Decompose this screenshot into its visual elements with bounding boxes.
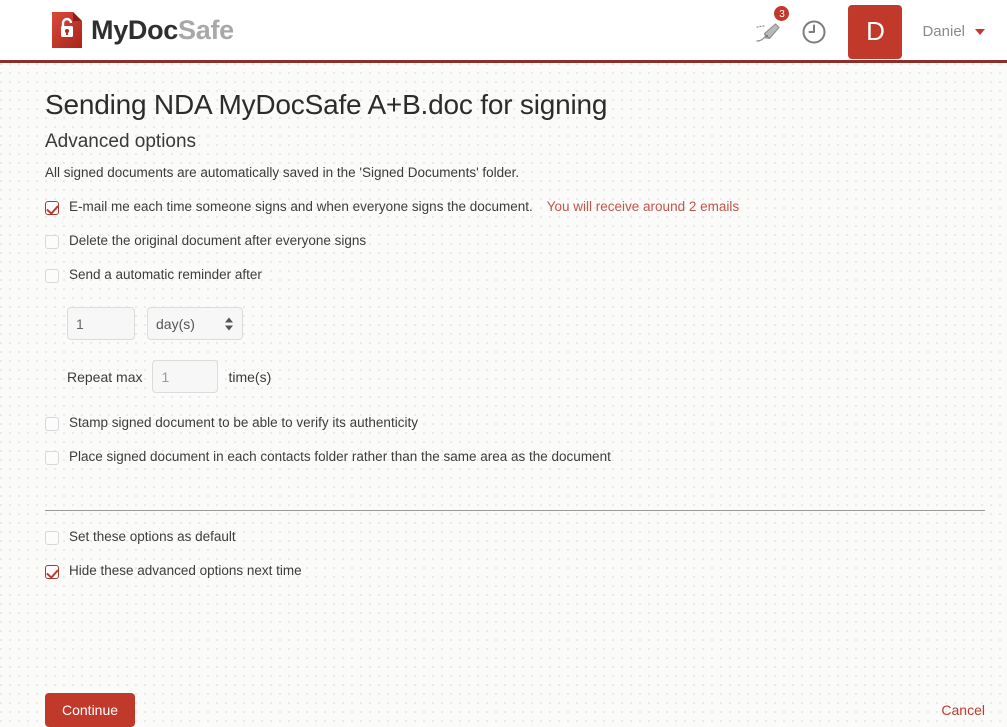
logo-text: MyDocSafe [91, 17, 234, 44]
pen-nib-icon[interactable]: 3 [748, 0, 792, 63]
main-content: Sending NDA MyDocSafe A+B.doc for signin… [0, 63, 1007, 597]
user-name[interactable]: Daniel [922, 23, 965, 40]
info-note: All signed documents are automatically s… [45, 165, 1007, 180]
logo[interactable]: MyDocSafe [52, 0, 234, 60]
repeat-max-input[interactable] [152, 360, 218, 393]
option-label: Hide these advanced options next time [69, 563, 302, 579]
reminder-unit-value: day(s) [156, 316, 195, 332]
checkbox-place-in-contacts-folder[interactable] [45, 451, 59, 465]
logo-text-secondary: Safe [178, 15, 234, 45]
option-label: Set these options as default [69, 529, 236, 545]
caret-down-icon[interactable] [975, 29, 985, 35]
section-subtitle: Advanced options [45, 131, 1007, 153]
app-header: MyDocSafe 3 D Daniel [0, 0, 1007, 63]
form-footer: Continue Cancel [45, 693, 985, 727]
option-row-set-as-default[interactable]: Set these options as default [45, 529, 1007, 563]
section-divider [45, 510, 985, 511]
signature-count-badge: 3 [773, 5, 790, 22]
email-count-warning: You will receive around 2 emails [547, 199, 739, 215]
cancel-link[interactable]: Cancel [941, 702, 985, 718]
clock-icon[interactable] [792, 0, 836, 63]
logo-text-primary: MyDoc [91, 15, 178, 45]
avatar[interactable]: D [848, 5, 902, 59]
reminder-interval-input[interactable] [67, 307, 135, 340]
option-row-place-in-contacts-folder[interactable]: Place signed document in each contacts f… [45, 449, 1007, 483]
reminder-interval-controls: day(s) [67, 307, 1007, 340]
option-label: E-mail me each time someone signs and wh… [69, 199, 533, 215]
repeat-max-suffix: time(s) [228, 369, 271, 385]
header-actions: 3 D Daniel [748, 0, 1007, 63]
reminder-repeat-controls: Repeat max time(s) [67, 360, 1007, 393]
checkbox-automatic-reminder[interactable] [45, 269, 59, 283]
checkbox-email-notifications[interactable] [45, 201, 59, 215]
document-lock-icon [52, 12, 82, 48]
checkbox-hide-advanced-options[interactable] [45, 565, 59, 579]
option-row-automatic-reminder[interactable]: Send a automatic reminder after [45, 267, 1007, 301]
reminder-unit-select[interactable]: day(s) [147, 307, 243, 340]
option-label: Place signed document in each contacts f… [69, 449, 611, 465]
continue-button[interactable]: Continue [45, 693, 135, 727]
option-label: Send a automatic reminder after [69, 267, 262, 283]
option-row-delete-original[interactable]: Delete the original document after every… [45, 233, 1007, 267]
page-title: Sending NDA MyDocSafe A+B.doc for signin… [45, 63, 1007, 121]
repeat-max-label: Repeat max [67, 369, 142, 385]
checkbox-delete-original[interactable] [45, 235, 59, 249]
checkbox-stamp-document[interactable] [45, 417, 59, 431]
checkbox-set-as-default[interactable] [45, 531, 59, 545]
option-label: Delete the original document after every… [69, 233, 366, 249]
option-row-email-notifications[interactable]: E-mail me each time someone signs and wh… [45, 199, 1007, 233]
option-row-hide-advanced-options[interactable]: Hide these advanced options next time [45, 563, 1007, 597]
select-stepper-icon [225, 317, 233, 330]
option-row-stamp-document[interactable]: Stamp signed document to be able to veri… [45, 415, 1007, 449]
option-label: Stamp signed document to be able to veri… [69, 415, 418, 431]
